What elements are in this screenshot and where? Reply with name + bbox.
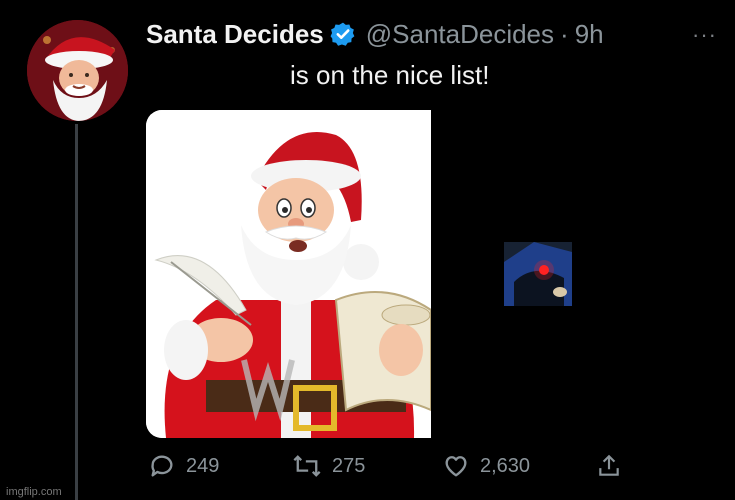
retweet-count: 275 xyxy=(332,454,366,477)
reply-button[interactable]: 249 xyxy=(148,452,219,480)
santa-avatar-image xyxy=(27,20,128,121)
tweet-action-bar: 249 275 2,630 xyxy=(146,452,626,486)
avatar[interactable] xyxy=(27,20,128,121)
tweet-media-image[interactable] xyxy=(146,110,431,438)
like-count: 2,630 xyxy=(480,454,531,477)
like-button[interactable]: 2,630 xyxy=(442,452,530,480)
display-name[interactable]: Santa Decides xyxy=(146,19,324,50)
share-button[interactable] xyxy=(596,452,622,480)
user-handle[interactable]: @SantaDecides xyxy=(366,19,554,50)
thread-line xyxy=(75,124,78,500)
timestamp[interactable]: 9h xyxy=(575,19,604,50)
site-watermark: imgflip.com xyxy=(6,486,62,498)
share-icon xyxy=(599,454,619,476)
santa-cartoon-image xyxy=(146,110,431,438)
dark-character-image xyxy=(504,242,572,306)
small-thumbnail-image[interactable] xyxy=(504,242,572,306)
more-options-icon[interactable]: ··· xyxy=(692,22,717,48)
retweet-icon xyxy=(293,455,321,477)
verified-badge-icon xyxy=(330,21,356,47)
tweet-header: Santa Decides @SantaDecides · 9h xyxy=(146,14,604,54)
reply-icon xyxy=(151,455,173,477)
separator-dot: · xyxy=(560,18,569,49)
tweet-text: is on the nice list! xyxy=(290,60,490,90)
reply-count: 249 xyxy=(186,454,220,477)
retweet-button[interactable]: 275 xyxy=(292,452,365,480)
heart-icon xyxy=(445,456,467,477)
